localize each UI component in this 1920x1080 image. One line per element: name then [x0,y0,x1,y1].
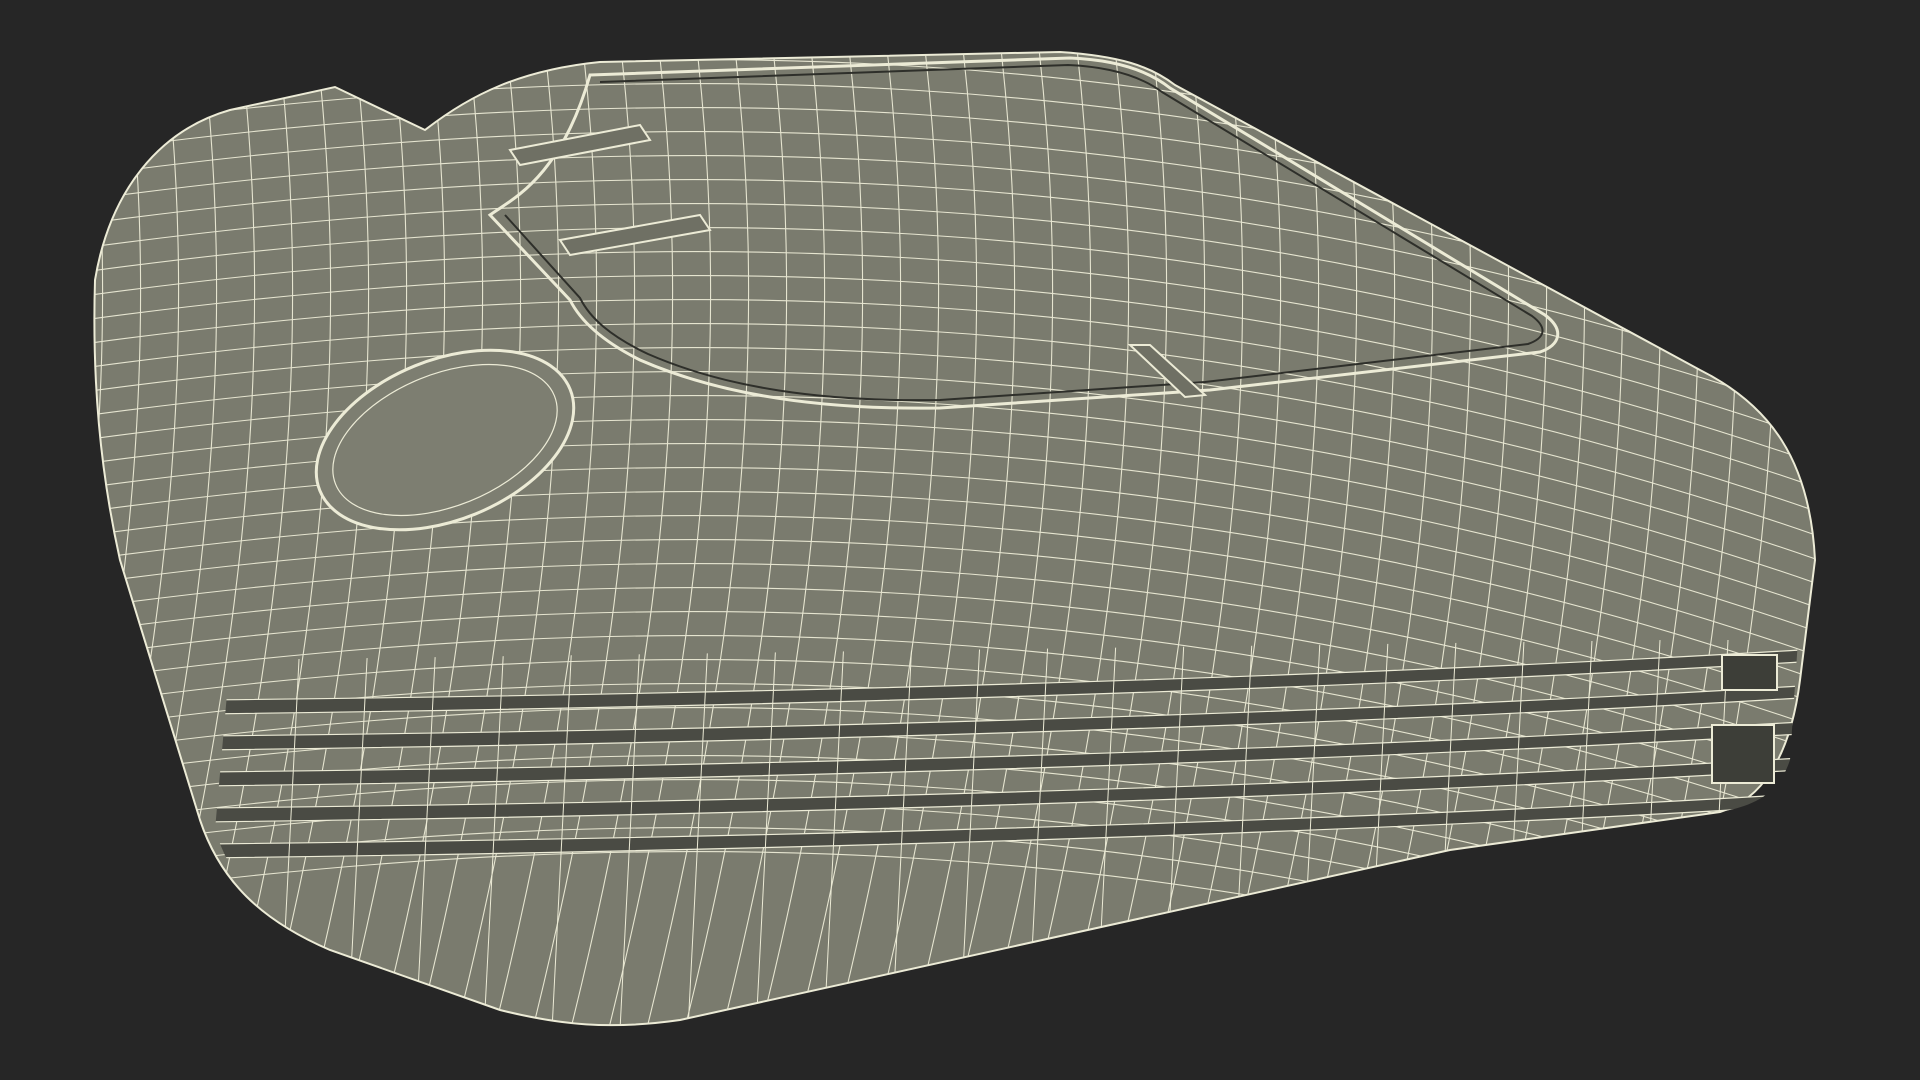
device-body [93,50,1817,1027]
wireframe-render [0,40,1817,1040]
render-viewport [0,0,1920,1080]
wire-line [0,40,65,1040]
port-lower [1711,724,1775,784]
port-upper [1721,654,1778,691]
wire-line [94,52,104,1026]
